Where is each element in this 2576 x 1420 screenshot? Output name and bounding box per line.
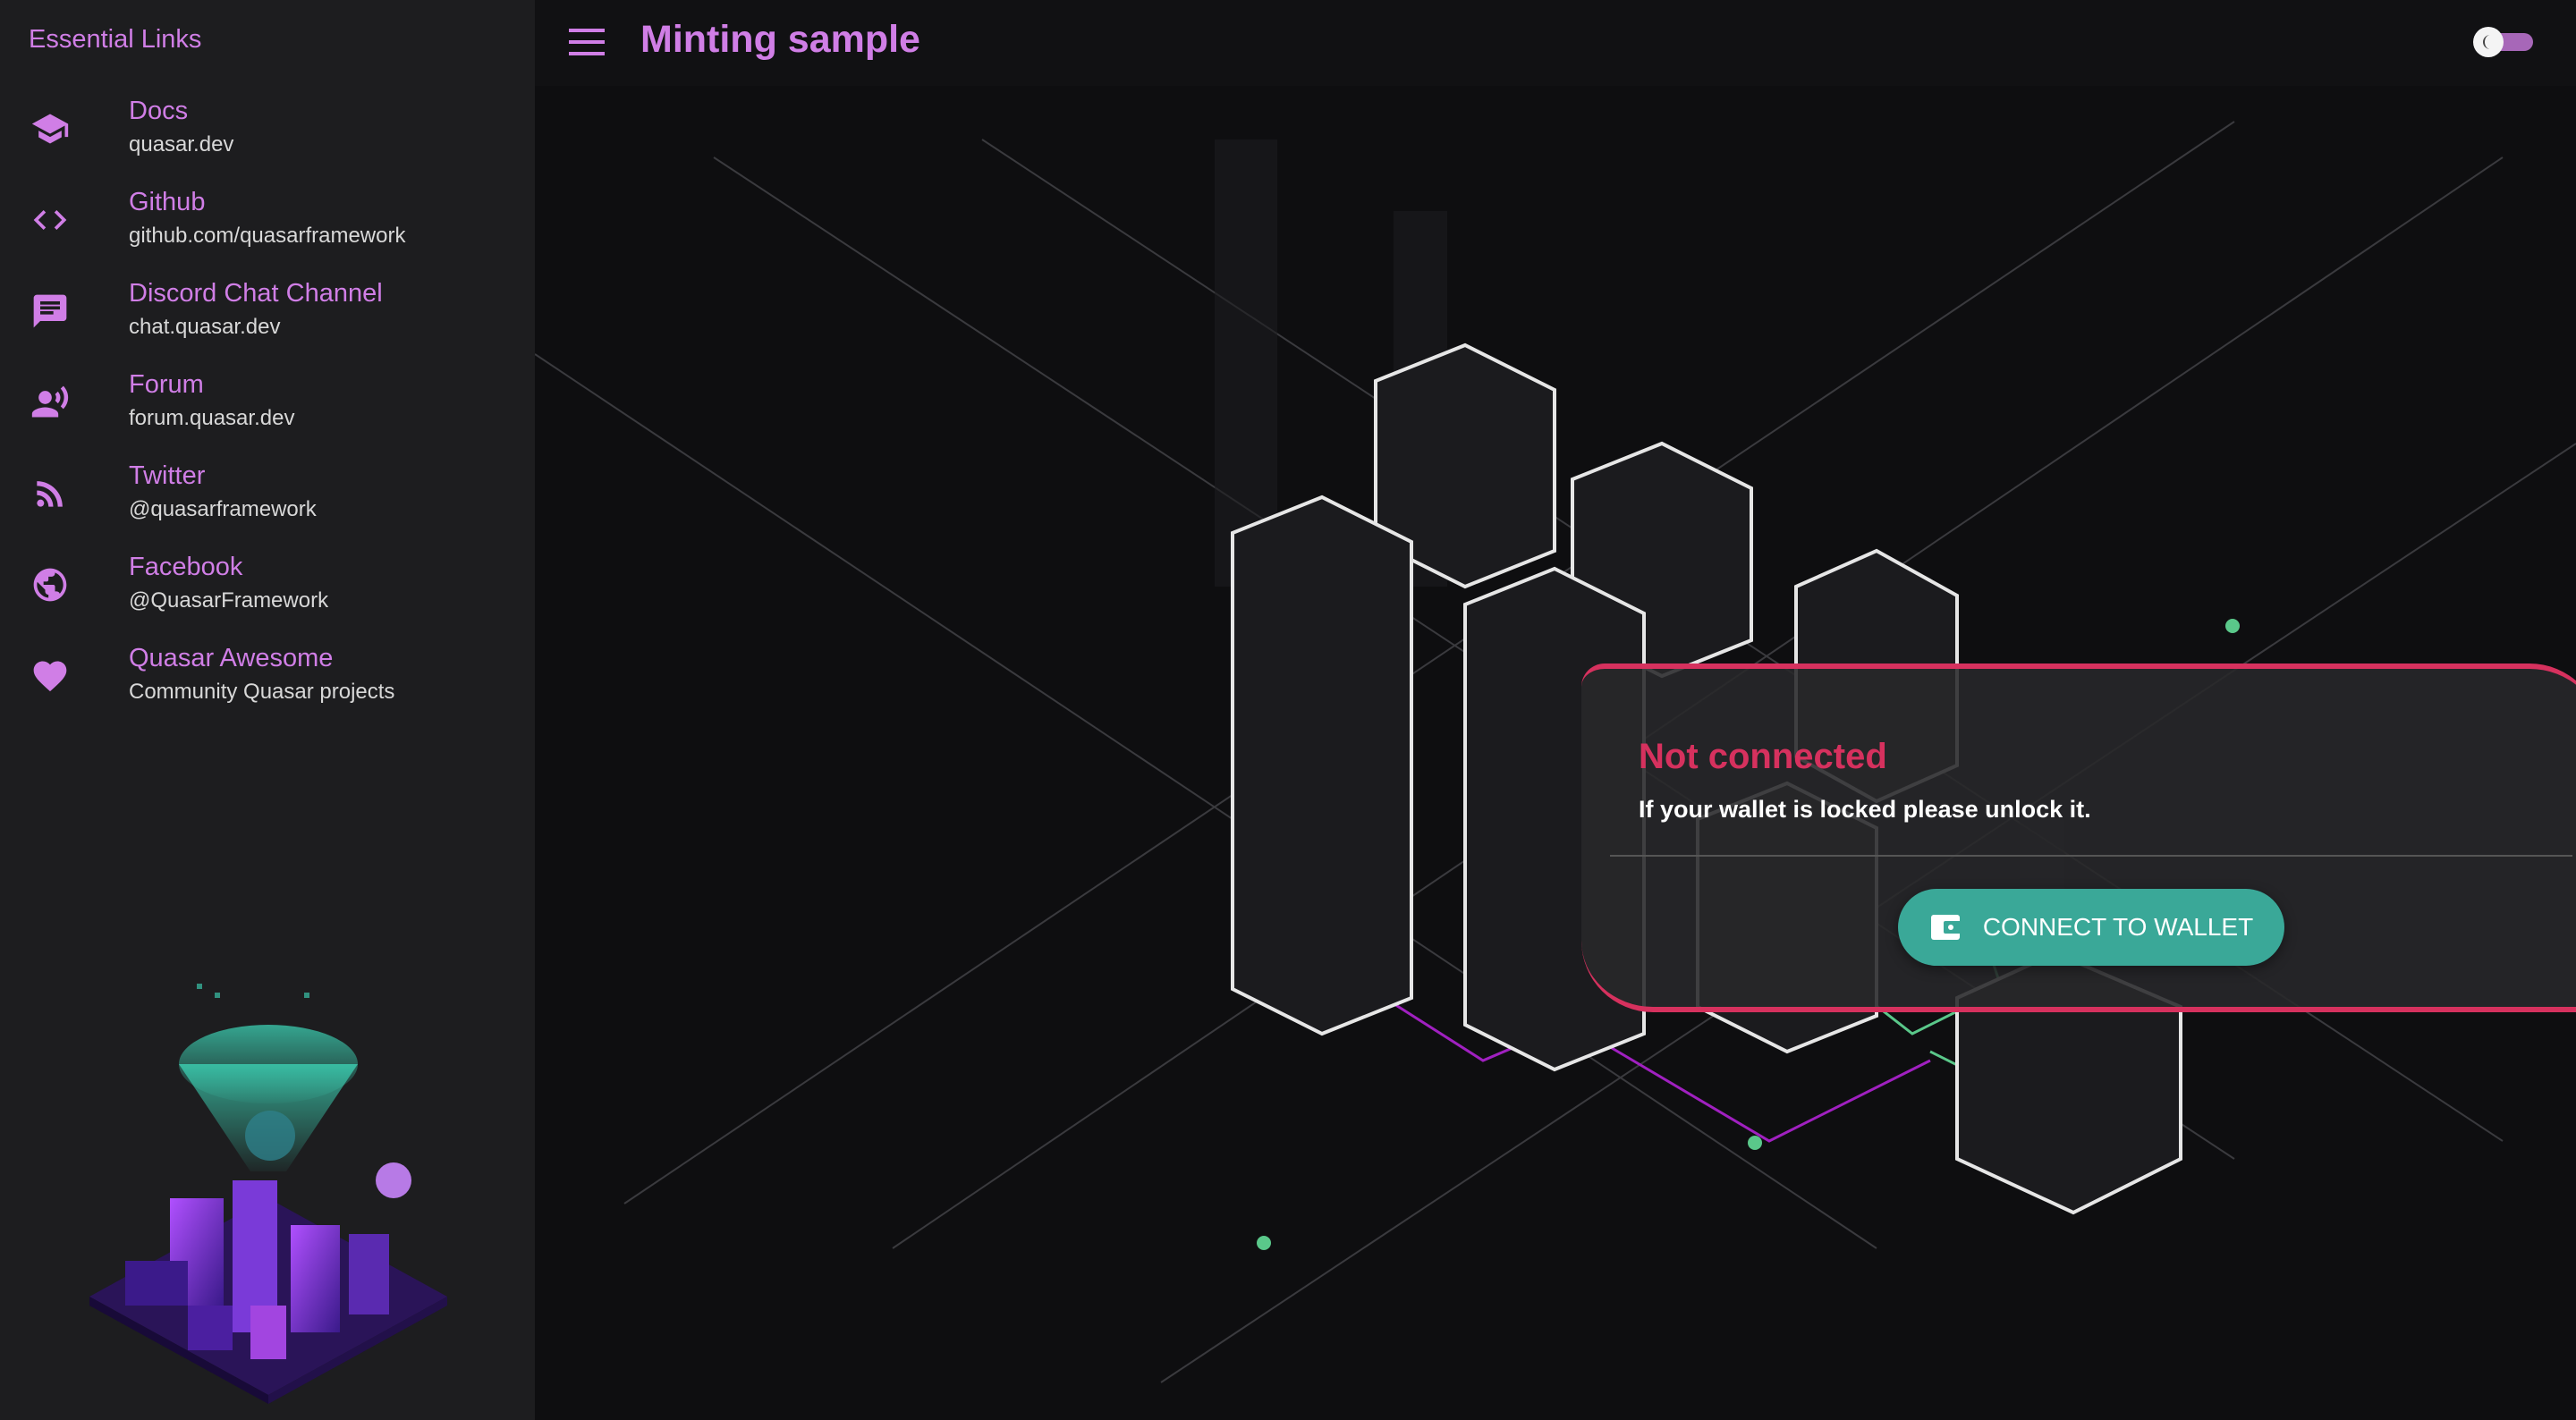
sidebar-item-caption: quasar.dev	[129, 132, 234, 156]
menu-icon[interactable]	[569, 27, 605, 57]
chat-icon	[29, 290, 72, 333]
sidebar-item-quasar-awesome[interactable]: Quasar Awesome Community Quasar projects	[0, 644, 535, 735]
connection-card: Not connected If your wallet is locked p…	[1581, 664, 2576, 1012]
sidebar-item-caption: @quasarframework	[129, 497, 317, 521]
app-header: Minting sample	[535, 0, 2576, 86]
sidebar-item-facebook[interactable]: Facebook @QuasarFramework	[0, 553, 535, 644]
card-divider	[1610, 855, 2572, 857]
sidebar-item-twitter[interactable]: Twitter @quasarframework	[0, 461, 535, 553]
sidebar-item-label: Forum	[129, 370, 204, 399]
sidebar-item-caption: chat.quasar.dev	[129, 315, 281, 339]
sidebar-item-label: Discord Chat Channel	[129, 279, 383, 308]
theme-toggle[interactable]	[2470, 27, 2533, 57]
code-icon	[29, 199, 72, 241]
city-illustration	[89, 984, 447, 1404]
rss-feed-icon	[29, 472, 72, 515]
sidebar-header: Essential Links	[29, 25, 202, 54]
school-icon	[29, 107, 72, 150]
connect-wallet-button[interactable]: CONNECT TO WALLET	[1898, 889, 2284, 966]
sidebar-item-docs[interactable]: Docs quasar.dev	[0, 97, 535, 188]
status-title: Not connected	[1639, 737, 1887, 776]
sidebar-item-label: Twitter	[129, 461, 206, 490]
main-content: Not connected If your wallet is locked p…	[535, 86, 2576, 1420]
sidebar-item-caption: Community Quasar projects	[129, 680, 395, 704]
sidebar: Essential Links Docs quasar.dev Github g…	[0, 0, 535, 1420]
record-voice-icon	[29, 381, 72, 424]
sidebar-item-label: Docs	[129, 97, 189, 125]
wallet-icon	[1930, 915, 1962, 940]
sidebar-item-label: Quasar Awesome	[129, 644, 334, 672]
sidebar-item-label: Github	[129, 188, 206, 216]
status-message: If your wallet is locked please unlock i…	[1639, 796, 2091, 823]
sidebar-item-forum[interactable]: Forum forum.quasar.dev	[0, 370, 535, 461]
connect-wallet-label: CONNECT TO WALLET	[1982, 913, 2254, 941]
page-title: Minting sample	[640, 18, 920, 61]
sidebar-item-caption: github.com/quasarframework	[129, 224, 406, 248]
sidebar-item-caption: @QuasarFramework	[129, 588, 329, 613]
sidebar-item-discord[interactable]: Discord Chat Channel chat.quasar.dev	[0, 279, 535, 370]
sidebar-item-github[interactable]: Github github.com/quasarframework	[0, 188, 535, 279]
sidebar-item-label: Facebook	[129, 553, 243, 581]
public-icon	[29, 563, 72, 606]
favorite-icon	[29, 655, 72, 697]
sidebar-item-caption: forum.quasar.dev	[129, 406, 295, 430]
